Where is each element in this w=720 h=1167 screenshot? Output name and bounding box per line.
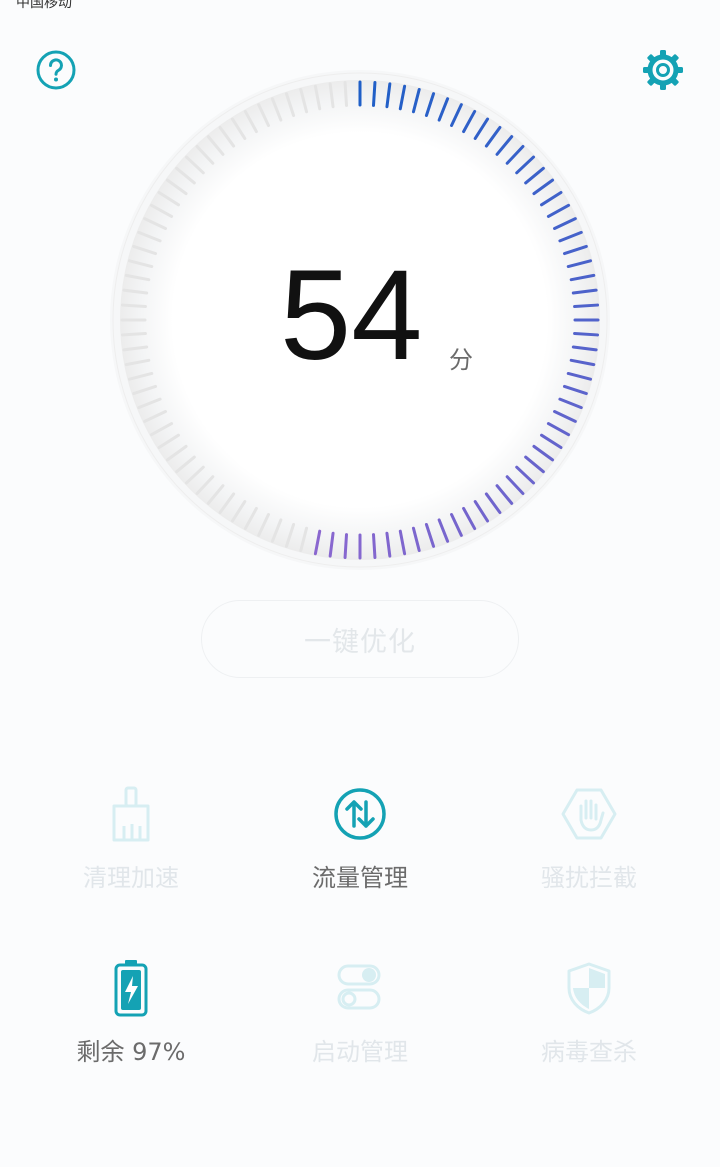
carrier-label: 中国移动 (16, 0, 72, 11)
tool-traffic[interactable]: 流量管理 (260, 784, 460, 904)
score-unit: 分 (449, 346, 473, 374)
block-hand-icon (561, 788, 617, 840)
tool-label: 启动管理 (312, 1038, 408, 1066)
gauge-tick (120, 303, 147, 308)
settings-button[interactable] (641, 48, 685, 92)
help-circle-icon (36, 50, 76, 90)
gauge-tick-active (573, 303, 600, 308)
tool-cleanup[interactable]: 清理加速 (31, 784, 231, 904)
tool-label: 骚扰拦截 (541, 864, 637, 892)
tool-label: 病毒查杀 (541, 1038, 637, 1066)
tool-startup[interactable]: 启动管理 (260, 958, 460, 1078)
data-traffic-icon (334, 788, 386, 840)
shield-icon (567, 962, 611, 1015)
gauge-tick (120, 332, 147, 337)
tool-harassment-block[interactable]: 骚扰拦截 (489, 784, 689, 904)
battery-icon (114, 960, 148, 1017)
tool-virus-scan[interactable]: 病毒查杀 (489, 958, 689, 1078)
status-icons (480, 0, 590, 4)
tool-battery[interactable]: 剩余 97% (31, 958, 231, 1078)
startup-toggle-icon (337, 964, 381, 1010)
gear-icon (643, 50, 683, 90)
status-bar: 中国移动 (0, 0, 720, 14)
gauge-tick (343, 80, 348, 107)
tool-label: 剩余 97% (76, 1038, 186, 1066)
gauge-tick-active (573, 332, 600, 337)
gauge-tick-active (343, 533, 348, 560)
broom-icon (112, 786, 150, 842)
tool-label: 清理加速 (83, 864, 179, 892)
score-value: 54 (280, 244, 423, 387)
help-button[interactable] (34, 48, 78, 92)
optimize-button[interactable]: 一键优化 (201, 600, 519, 678)
tool-label: 流量管理 (312, 864, 408, 892)
gauge-tick-active (372, 80, 377, 107)
gauge-tick-active (372, 533, 377, 560)
